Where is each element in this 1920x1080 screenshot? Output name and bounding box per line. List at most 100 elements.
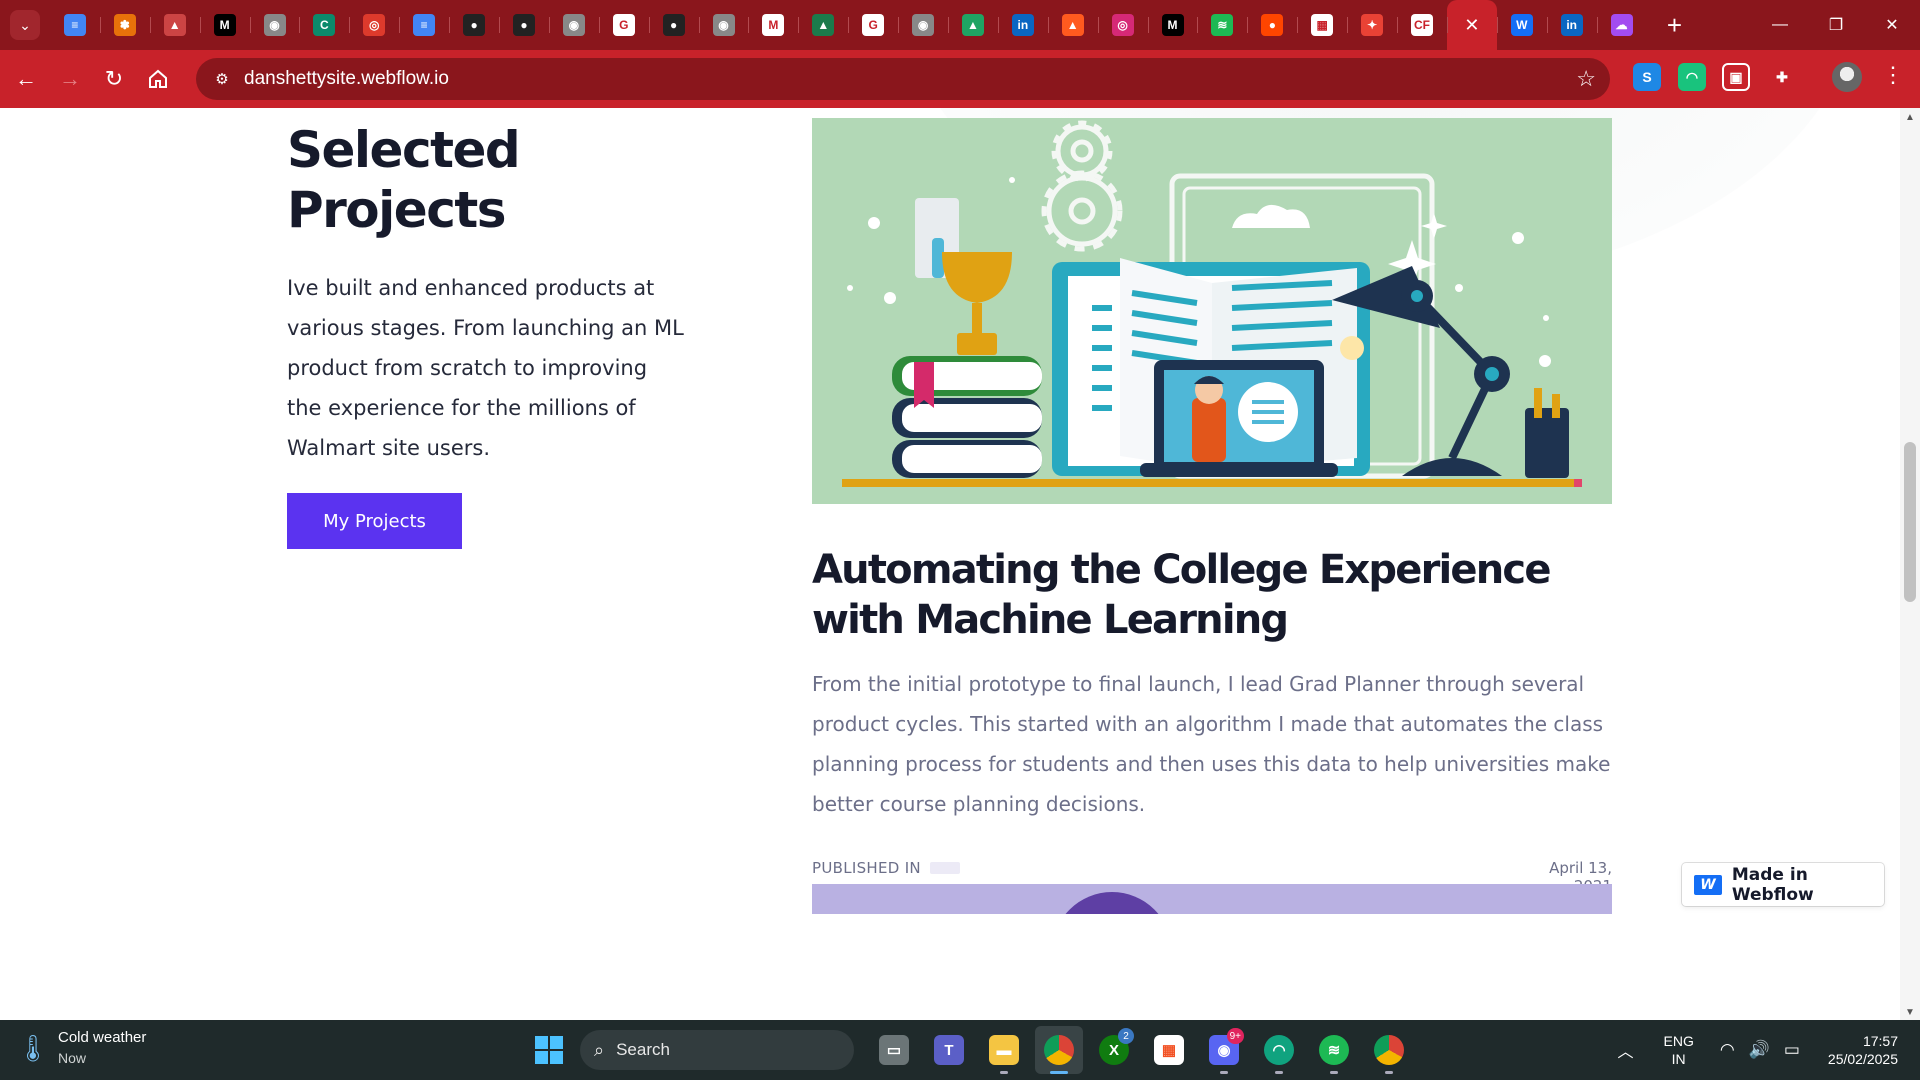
project-illustration[interactable]	[812, 118, 1612, 504]
xbox-button[interactable]: X2	[1090, 1026, 1138, 1074]
minimize-button[interactable]: —	[1752, 0, 1808, 50]
url-text[interactable]: danshettysite.webflow.io	[244, 68, 449, 90]
address-bar[interactable]: ⚙ danshettysite.webflow.io ☆	[196, 58, 1610, 100]
browser-tab[interactable]: ◉	[249, 0, 300, 50]
browser-tab[interactable]: ≡	[50, 0, 100, 50]
browser-tab[interactable]: ◉	[698, 0, 749, 50]
weather-widget[interactable]: 🌡 Cold weather Now	[17, 1028, 147, 1068]
back-button[interactable]: ←	[4, 57, 48, 101]
browser-tab[interactable]: ▲	[948, 0, 998, 50]
my-projects-button[interactable]: My Projects	[287, 493, 462, 549]
app-icon: ☁	[1610, 14, 1633, 36]
browser-tab[interactable]: ≡	[399, 0, 449, 50]
section-title: Selected Projects	[287, 121, 521, 239]
active-tab[interactable]: ✕	[1446, 0, 1497, 50]
minimize-icon: —	[1772, 16, 1788, 33]
taskbar: 🌡 Cold weather Now ⌕ Search ▭ T ▬ X2 ▦ ◉…	[0, 1020, 1920, 1080]
site-info-icon[interactable]: ⚙	[204, 61, 240, 97]
browser-tab[interactable]: ▲	[798, 0, 848, 50]
close-window-button[interactable]: ✕	[1864, 0, 1920, 50]
browser-tab[interactable]: M	[199, 0, 250, 50]
browser-tab[interactable]: ●	[449, 0, 499, 50]
browser-tab[interactable]: W	[1496, 0, 1547, 50]
home-button[interactable]	[136, 57, 180, 101]
browser-tab[interactable]: ◎	[349, 0, 399, 50]
running-indicator	[1385, 1071, 1393, 1074]
browser-tab[interactable]: ✽	[99, 0, 150, 50]
browser-tab[interactable]: ☁	[1596, 0, 1647, 50]
file-explorer-button[interactable]: ▬	[980, 1026, 1028, 1074]
page-scrollbar[interactable]: ▲ ▼	[1900, 108, 1920, 1020]
restore-button[interactable]: ❐	[1808, 0, 1864, 50]
avatar[interactable]	[1832, 62, 1862, 92]
browser-tab[interactable]: ✦	[1347, 0, 1397, 50]
wifi-icon[interactable]: ◠	[1720, 1040, 1735, 1060]
forward-button[interactable]: →	[48, 57, 92, 101]
puzzle-icon[interactable]: ✚	[1768, 63, 1796, 91]
browser-tab[interactable]: M	[1147, 0, 1198, 50]
close-icon[interactable]: ✕	[1464, 15, 1479, 36]
browser-tab[interactable]: ◎	[1097, 0, 1148, 50]
tab-search-button[interactable]: ⌄	[10, 10, 40, 40]
browser-tab[interactable]: in	[997, 0, 1048, 50]
extension-icon[interactable]: ▣	[1722, 63, 1750, 91]
browser-tab[interactable]: ◉	[898, 0, 948, 50]
scroll-down-icon[interactable]: ▼	[1905, 1007, 1915, 1018]
spotify-button[interactable]: ≋	[1310, 1026, 1358, 1074]
menu-icon[interactable]: ⋮	[1880, 62, 1906, 88]
browser-tab[interactable]: M	[748, 0, 798, 50]
browser-tab[interactable]: in	[1546, 0, 1597, 50]
clock[interactable]: 17:57 25/02/2025	[1828, 1032, 1898, 1068]
browser-tab[interactable]: ●	[499, 0, 549, 50]
extension-icon[interactable]: S	[1633, 63, 1661, 91]
browser-tab[interactable]: G	[598, 0, 649, 50]
browser-tab[interactable]: G	[848, 0, 898, 50]
star-icon[interactable]: ☆	[1576, 66, 1596, 92]
browser-tab[interactable]: ▦	[1297, 0, 1347, 50]
browser-tab[interactable]: ▲	[1047, 0, 1098, 50]
reload-icon: ↻	[104, 66, 124, 91]
chevron-down-icon: ⌄	[19, 16, 31, 33]
next-project-image[interactable]	[812, 884, 1612, 914]
extension-icon[interactable]: ◠	[1678, 63, 1706, 91]
globe-icon: ◉	[263, 14, 286, 36]
running-indicator	[1000, 1071, 1008, 1074]
battery-icon[interactable]: ▭	[1784, 1040, 1800, 1060]
new-tab-button[interactable]: +	[1657, 7, 1693, 43]
instagram-icon: ◎	[1111, 14, 1134, 36]
browser-tab[interactable]: ≋	[1197, 0, 1247, 50]
globe-icon: ◉	[712, 14, 735, 36]
chevron-up-icon[interactable]: ︿	[1617, 1038, 1633, 1062]
scrollbar-thumb[interactable]	[1904, 442, 1916, 602]
running-indicator	[1275, 1071, 1283, 1074]
start-button[interactable]	[525, 1026, 573, 1074]
browser-tab[interactable]: ●	[648, 0, 699, 50]
scroll-up-icon[interactable]: ▲	[1905, 112, 1915, 123]
teams-button[interactable]: T	[925, 1026, 973, 1074]
windows-icon	[535, 1036, 563, 1064]
browser-tab[interactable]: ●	[1247, 0, 1297, 50]
store-button[interactable]: ▦	[1145, 1026, 1193, 1074]
running-indicator	[1050, 1071, 1068, 1074]
browser-tab[interactable]: CF	[1397, 0, 1447, 50]
section-description: Ive built and enhanced products at vario…	[287, 276, 684, 460]
volume-icon[interactable]: 🔊	[1749, 1040, 1770, 1060]
discord-button[interactable]: ◉ 9+	[1200, 1026, 1248, 1074]
folder-icon: ▬	[989, 1035, 1019, 1065]
browser-tab[interactable]: ▲	[149, 0, 200, 50]
notification-badge: 9+	[1226, 1028, 1244, 1044]
chrome-icon	[1374, 1035, 1404, 1065]
browser-tab[interactable]: C	[299, 0, 349, 50]
app-button[interactable]: ◠	[1255, 1026, 1303, 1074]
made-in-webflow-badge[interactable]: W Made in Webflow	[1682, 863, 1884, 906]
taskbar-search[interactable]: ⌕ Search	[580, 1030, 854, 1070]
home-icon	[149, 69, 167, 88]
reload-button[interactable]: ↻	[92, 57, 136, 101]
language-indicator[interactable]: ENG IN	[1664, 1032, 1694, 1068]
google-icon: G	[862, 14, 885, 36]
project-title[interactable]: Automating the College Experience with M…	[812, 545, 1632, 645]
chrome-profile-button[interactable]	[1365, 1026, 1413, 1074]
browser-tab[interactable]: ◉	[548, 0, 599, 50]
task-view-button[interactable]: ▭	[870, 1026, 918, 1074]
chrome-button[interactable]	[1035, 1026, 1083, 1074]
